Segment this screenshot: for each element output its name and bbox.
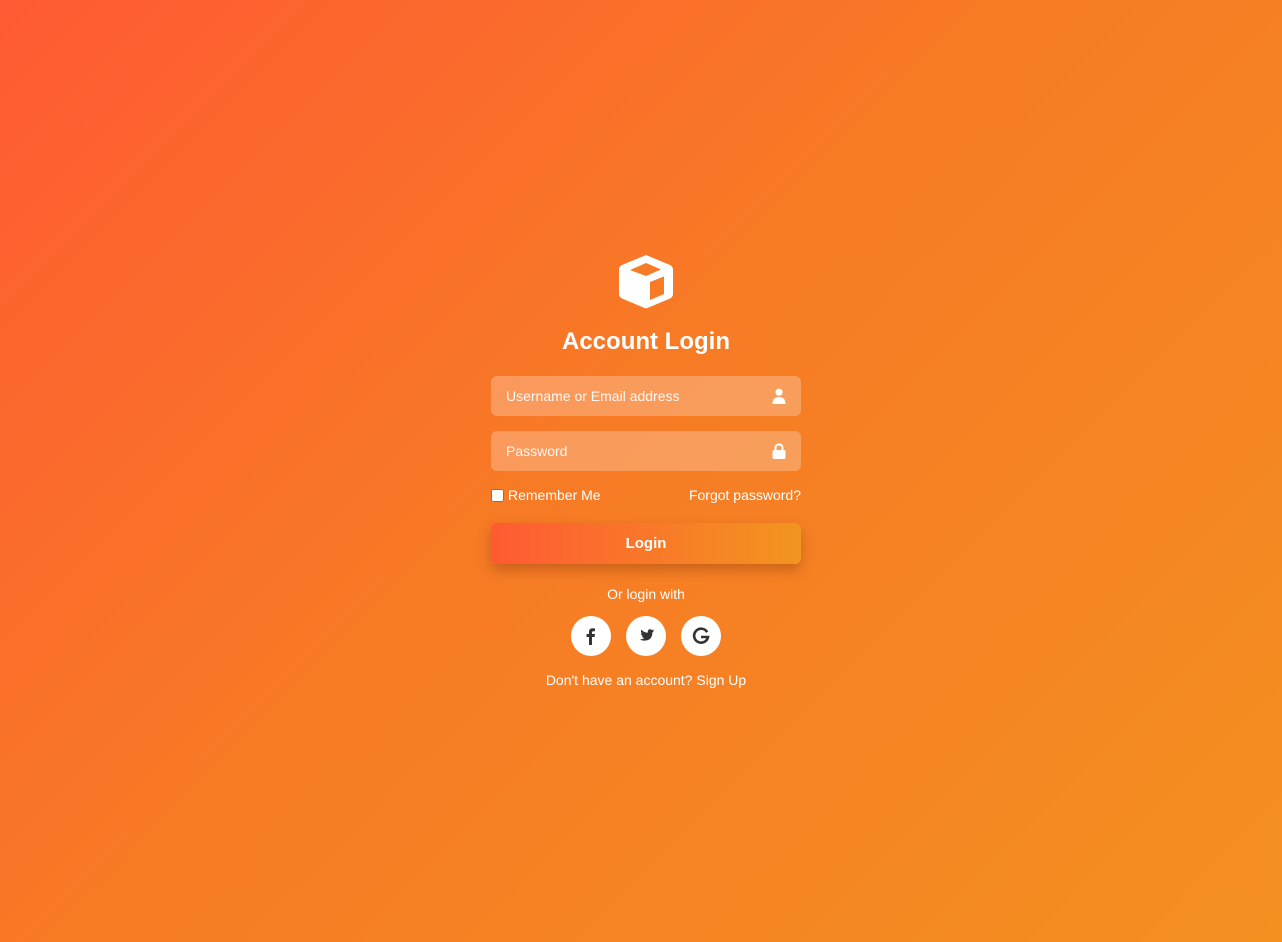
facebook-login-button[interactable] <box>571 616 611 656</box>
remember-label: Remember Me <box>508 487 601 503</box>
login-panel: Account Login Remember Me Forgot passwor… <box>491 252 801 688</box>
signup-prompt: Don't have an account? <box>545 672 693 688</box>
password-field-wrap <box>491 431 801 471</box>
user-icon <box>772 388 786 404</box>
remember-me[interactable]: Remember Me <box>491 487 601 503</box>
remember-checkbox[interactable] <box>491 488 504 502</box>
password-input[interactable] <box>491 431 801 471</box>
facebook-icon <box>586 628 595 645</box>
twitter-login-button[interactable] <box>626 616 666 656</box>
social-buttons <box>491 616 801 656</box>
signup-link[interactable]: Sign Up <box>696 672 746 688</box>
page-title: Account Login <box>562 328 730 355</box>
social-login-heading: Or login with <box>607 586 685 602</box>
google-login-button[interactable] <box>681 616 721 656</box>
login-options: Remember Me Forgot password? <box>491 487 801 503</box>
login-button[interactable]: Login <box>491 523 801 564</box>
signup-row: Don't have an account? Sign Up <box>491 672 801 688</box>
google-icon <box>692 627 710 644</box>
username-input[interactable] <box>491 376 801 416</box>
username-field-wrap <box>491 376 801 416</box>
cube-icon <box>619 255 673 309</box>
twitter-icon <box>639 629 655 641</box>
lock-icon <box>772 443 786 459</box>
forgot-password-link[interactable]: Forgot password? <box>689 487 801 503</box>
